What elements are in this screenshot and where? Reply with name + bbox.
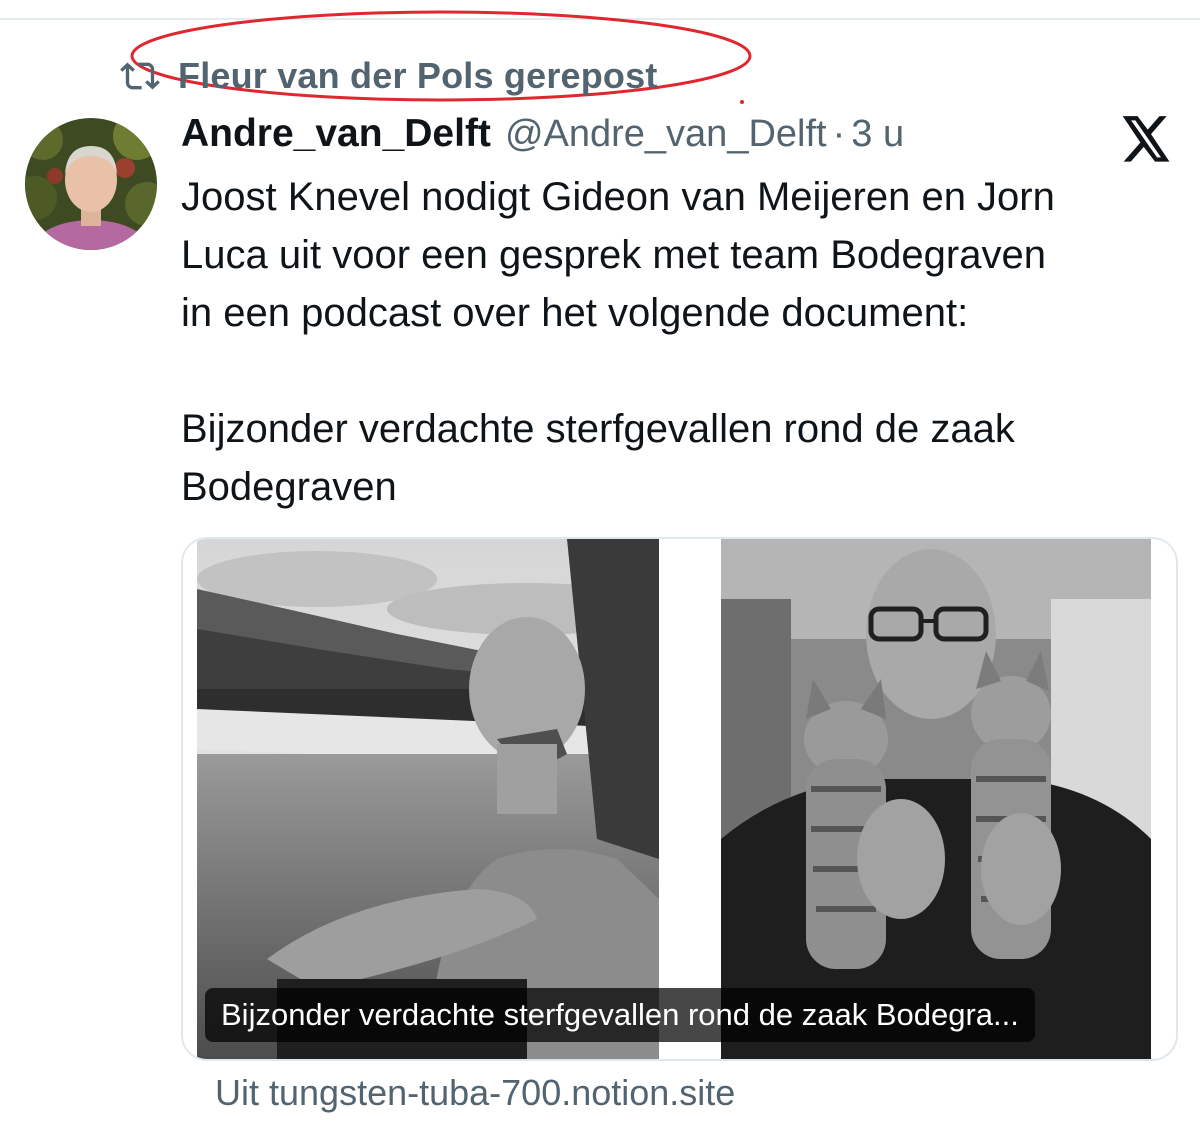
top-divider <box>0 18 1200 20</box>
tweet-text-line: in een podcast over het volgende documen… <box>181 291 969 335</box>
card-source-link[interactable]: Uit tungsten-tuba-700.notion.site <box>215 1072 735 1114</box>
tweet-text-line: Luca uit voor een gesprek met team Bodeg… <box>181 233 1046 277</box>
card-caption: Bijzonder verdachte sterfgevallen rond d… <box>205 988 1035 1042</box>
timestamp[interactable]: 3 u <box>851 113 904 156</box>
link-card[interactable]: Bijzonder verdachte sterfgevallen rond d… <box>181 537 1178 1061</box>
repost-icon <box>118 54 162 98</box>
avatar[interactable] <box>25 118 157 250</box>
tweet-header: Andre_van_Delft @Andre_van_Delft · 3 u <box>181 112 904 164</box>
user-handle[interactable]: @Andre_van_Delft <box>505 113 827 156</box>
repost-context[interactable]: Fleur van der Pols gerepost <box>118 54 658 98</box>
tweet-text: Joost Knevel nodigt Gideon van Meijeren … <box>181 168 1171 516</box>
separator-dot: · <box>832 113 846 155</box>
tweet-text-line: Bijzonder verdachte sterfgevallen rond d… <box>181 407 1015 451</box>
x-logo-icon <box>1120 116 1172 164</box>
tweet-text-blank-line <box>181 342 1171 400</box>
card-photo-right <box>721 539 1151 1059</box>
tweet-text-line: Joost Knevel nodigt Gideon van Meijeren … <box>181 175 1055 219</box>
tweet-text-line: Bodegraven <box>181 465 397 509</box>
display-name[interactable]: Andre_van_Delft <box>181 112 491 156</box>
card-photo-left <box>197 539 659 1059</box>
repost-label: Fleur van der Pols gerepost <box>178 55 658 96</box>
